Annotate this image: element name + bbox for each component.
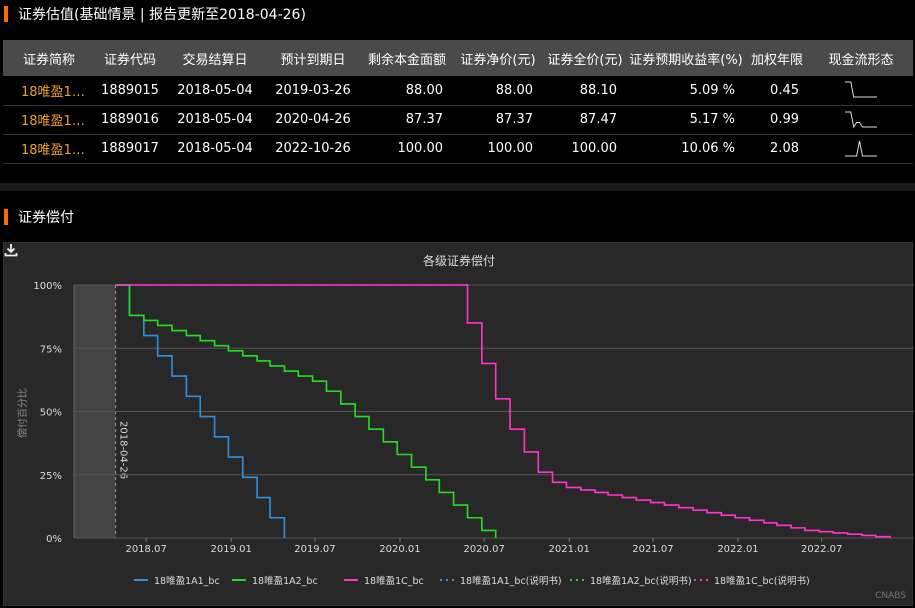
payment-title-text: 证券偿付 <box>18 210 74 226</box>
section-divider <box>0 183 915 191</box>
x-tick-label: 2020.01 <box>379 544 420 555</box>
security-name-link[interactable]: 18唯盈1A... <box>3 105 95 134</box>
weighted-average-life: 2.08 <box>770 141 799 156</box>
payment-chart-svg: 各级证券偿付 2018-04-26 0% 25% 50% 75% 100% 偿付百分比 2018… <box>16 253 914 587</box>
remaining-principal: 87.37 <box>405 112 443 127</box>
col-header-code[interactable]: 证券代码 <box>95 40 165 76</box>
expected-yield: 10.06 % <box>681 141 735 156</box>
security-code: 1889015 <box>101 82 159 98</box>
sparkline-path <box>845 140 877 156</box>
maturity-date: 2019-03-26 <box>275 82 351 98</box>
y-axis-label: 偿付百分比 <box>16 388 29 438</box>
sparkline-path <box>845 81 877 98</box>
col-header-maturity[interactable]: 预计到期日 <box>265 40 361 76</box>
full-price: 87.47 <box>579 112 617 127</box>
legend-label: 18唯盈1A1_bc <box>154 576 220 587</box>
settle-date: 2018-05-04 <box>177 112 253 127</box>
x-tick-label: 2021.07 <box>632 544 673 555</box>
col-header-yield[interactable]: 证券预期收益率(%) <box>627 40 745 76</box>
col-header-full[interactable]: 证券全价(元) <box>543 40 627 76</box>
col-header-name[interactable]: 证券简称 <box>3 40 95 76</box>
x-tick-label: 2019.01 <box>211 544 252 555</box>
cashflow-sparkline[interactable] <box>809 105 913 134</box>
valuation-section-title: 证券估值(基础情景 | 报告更新至2018-04-26) <box>0 0 306 28</box>
col-header-net[interactable]: 证券净价(元) <box>453 40 543 76</box>
col-header-principal[interactable]: 剩余本金面额 <box>361 40 453 76</box>
section-accent-bar <box>4 209 8 225</box>
full-price: 100.00 <box>571 141 618 156</box>
net-price: 88.00 <box>495 82 533 98</box>
y-tick-label: 75% <box>40 344 62 355</box>
section-accent-bar <box>4 6 8 22</box>
payment-section-title: 证券偿付 <box>0 203 74 231</box>
valuation-table: 证券简称 证券代码 交易结算日 预计到期日 剩余本金面额 证券净价(元) 证券全… <box>3 40 913 164</box>
download-icon[interactable] <box>4 243 18 257</box>
x-tick-label: 2022.07 <box>801 544 842 555</box>
remaining-principal: 88.00 <box>405 82 443 98</box>
y-tick-label: 0% <box>46 534 62 545</box>
security-name-link[interactable]: 18唯盈1A... <box>3 76 95 105</box>
expected-yield: 5.17 % <box>689 112 735 127</box>
net-price: 100.00 <box>487 141 534 156</box>
x-tick-label: 2019.07 <box>294 544 335 555</box>
legend-label: 18唯盈1C_bc <box>364 576 424 587</box>
table-row[interactable]: 18唯盈1C_... 1889017 2018-05-04 2022-10-26 100… <box>3 134 913 163</box>
x-tick-label: 2018.07 <box>125 544 166 555</box>
sparkline-chart <box>845 111 877 128</box>
col-header-settle[interactable]: 交易结算日 <box>165 40 265 76</box>
y-tick-label: 25% <box>40 471 62 482</box>
y-tick-label: 50% <box>40 408 62 419</box>
table-row[interactable]: 18唯盈1A... 1889015 2018-05-04 2019-03-26 88.0… <box>3 76 913 105</box>
expected-yield: 5.09 % <box>689 82 735 98</box>
settle-date: 2018-05-04 <box>177 141 253 156</box>
weighted-average-life: 0.45 <box>770 82 799 98</box>
legend-label: 18唯盈1A1_bc(说明书) <box>460 575 562 587</box>
legend-label: 18唯盈1A2_bc <box>252 576 318 587</box>
cashflow-sparkline[interactable] <box>809 134 913 163</box>
table-row[interactable]: 18唯盈1A... 1889016 2018-05-04 2020-04-26 87.3… <box>3 105 913 134</box>
valuation-title-text: 证券估值(基础情景 | 报告更新至2018-04-26) <box>18 7 306 23</box>
payment-chart: 各级证券偿付 2018-04-26 0% 25% 50% 75% 100% 偿付百分比 2018… <box>3 242 914 606</box>
current-date-label: 2018-04-26 <box>118 421 129 479</box>
legend-label: 18唯盈1C_bc(说明书) <box>714 575 810 587</box>
security-code: 1889017 <box>101 141 159 156</box>
net-price: 87.37 <box>495 112 533 127</box>
x-tick-label: 2022.01 <box>717 544 758 555</box>
full-price: 88.10 <box>579 82 617 98</box>
x-tick-label: 2021.01 <box>549 544 590 555</box>
x-tick-label: 2020.07 <box>463 544 504 555</box>
table-header-row: 证券简称 证券代码 交易结算日 预计到期日 剩余本金面额 证券净价(元) 证券全… <box>3 40 913 76</box>
maturity-date: 2020-04-26 <box>275 112 351 127</box>
col-header-wal[interactable]: 加权年限 <box>745 40 809 76</box>
y-tick-label: 100% <box>33 281 62 292</box>
remaining-principal: 100.00 <box>397 141 444 156</box>
col-header-cashflow[interactable]: 现金流形态 <box>809 40 913 76</box>
cashflow-sparkline[interactable] <box>809 76 913 105</box>
sparkline-chart <box>845 81 877 98</box>
security-code: 1889016 <box>101 112 159 127</box>
weighted-average-life: 0.99 <box>770 112 799 127</box>
security-name-link[interactable]: 18唯盈1C_... <box>3 134 95 163</box>
settle-date: 2018-05-04 <box>177 82 253 98</box>
sparkline-chart <box>845 140 877 156</box>
brand-watermark: CNABS <box>875 591 906 601</box>
maturity-date: 2022-10-26 <box>275 141 351 156</box>
chart-title: 各级证券偿付 <box>423 253 495 268</box>
sparkline-path <box>845 111 877 128</box>
legend-label: 18唯盈1A2_bc(说明书) <box>590 575 692 587</box>
